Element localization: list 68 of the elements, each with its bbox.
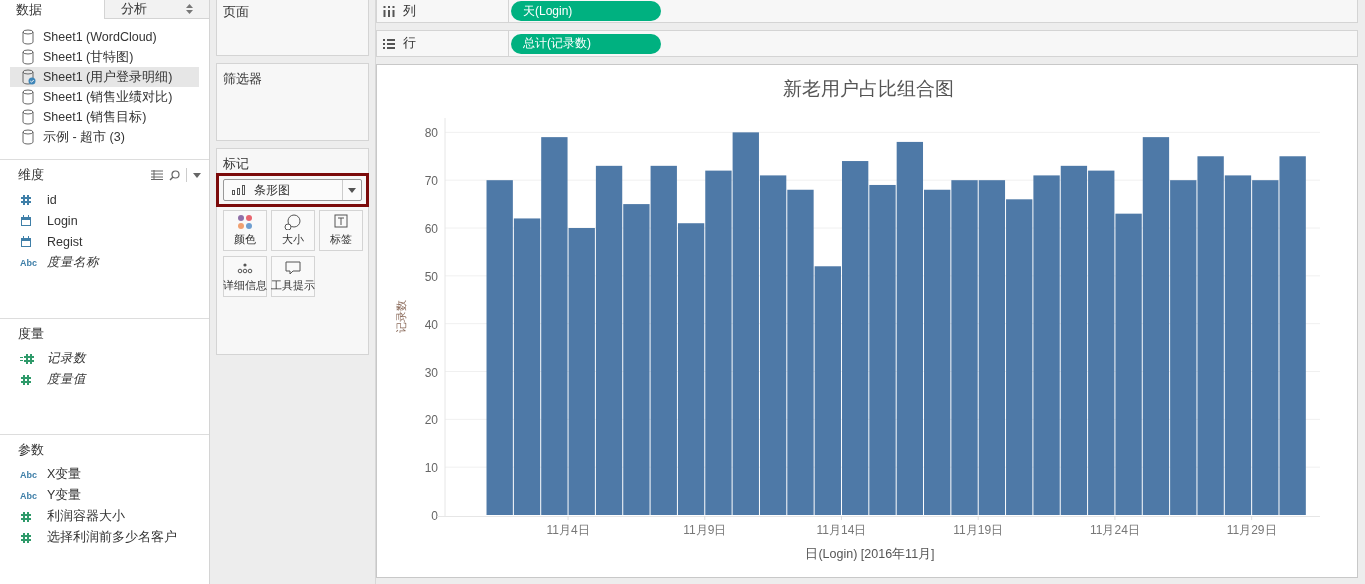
axis-tick-label: 20: [424, 413, 438, 428]
axis-tick-label: 11月29日: [1226, 523, 1277, 537]
field-item[interactable]: X变量: [47, 466, 82, 484]
field-item[interactable]: Regist: [47, 234, 83, 249]
axis-tick-label: 11月19日: [953, 523, 1004, 537]
axis-tick-label: 11月9日: [683, 523, 727, 537]
mark-property-button[interactable]: 大小: [271, 210, 315, 251]
type-label: Abc: [20, 490, 37, 501]
axis-tick-label: 60: [424, 222, 438, 236]
rows-icon: [383, 38, 395, 49]
axis-tick-label: 0: [431, 509, 438, 523]
mark-type-dropdown[interactable]: 条形图: [223, 179, 362, 201]
field-item[interactable]: 利润容器大小: [47, 508, 125, 526]
section-title: 度量: [18, 325, 44, 344]
color-dots-icon: [236, 214, 254, 230]
size-circles-icon: [284, 214, 302, 230]
database-icon: [22, 29, 36, 45]
section-title: 参数: [18, 441, 44, 460]
database-icon: [22, 129, 36, 145]
card-title: 筛选器: [223, 71, 263, 88]
axis-tick-label: 80: [424, 126, 438, 141]
dropdown-icon[interactable]: [193, 172, 201, 178]
database-icon: [22, 49, 36, 65]
axis-tick-label: 11月14日: [816, 523, 867, 537]
axis-tick-label: 40: [424, 317, 438, 332]
axis-tick-label: 11月24日: [1090, 523, 1140, 537]
data-source-item[interactable]: Sheet1 (用户登录明细): [10, 67, 199, 87]
dropdown-icon: [348, 187, 356, 193]
card-title: 标记: [223, 156, 250, 173]
sort-arrows-icon[interactable]: [186, 4, 193, 14]
text-box-icon: [332, 214, 350, 230]
database-icon: [22, 109, 36, 125]
database-check-icon: [22, 69, 36, 85]
data-source-item[interactable]: Sheet1 (WordCloud): [10, 27, 199, 47]
field-item[interactable]: Login: [47, 213, 78, 228]
card-title: 页面: [223, 4, 250, 21]
speech-bubble-icon: [284, 260, 302, 276]
bar-chart-icon: [232, 185, 246, 195]
type-label: Abc: [20, 257, 37, 268]
mark-property-button[interactable]: 工具提示: [271, 256, 315, 297]
axis-tick-label: 11月4日: [546, 523, 590, 537]
section-title: 维度: [18, 166, 44, 184]
axis-title: 日(Login) [2016年11月]: [805, 547, 935, 561]
axis-tick-label: 50: [424, 269, 438, 284]
list-view-icon[interactable]: [151, 170, 163, 180]
search-icon[interactable]: [169, 169, 180, 181]
field-item[interactable]: 选择利润前多少名客户: [47, 529, 177, 547]
shelf-label: 行: [403, 35, 416, 53]
tab[interactable]: 分析: [104, 0, 209, 19]
data-source-item[interactable]: Sheet1 (销售目标): [10, 107, 199, 127]
field-item[interactable]: 度量名称: [47, 254, 99, 271]
mark-property-button[interactable]: 颜色: [223, 210, 267, 251]
database-icon: [22, 89, 36, 105]
field-item[interactable]: Y变量: [47, 487, 82, 505]
axis-tick-label: 70: [424, 174, 438, 189]
data-source-item[interactable]: 示例 - 超市 (3): [10, 127, 199, 147]
data-source-item[interactable]: Sheet1 (甘特图): [10, 47, 199, 67]
chart-title: 新老用户占比组合图: [782, 78, 954, 99]
axis-tick-label: 10: [424, 461, 438, 476]
field-item[interactable]: 记录数: [47, 350, 86, 368]
field-item[interactable]: 度量值: [47, 371, 86, 389]
type-label: Abc: [20, 469, 37, 480]
data-source-item[interactable]: Sheet1 (销售业绩对比): [10, 87, 199, 107]
axis-tick-label: 30: [424, 365, 438, 380]
axis-title: 记录数: [395, 300, 407, 333]
mark-property-button[interactable]: 标签: [319, 210, 363, 251]
field-item[interactable]: id: [47, 192, 57, 207]
mark-property-button[interactable]: 详细信息: [223, 256, 267, 297]
